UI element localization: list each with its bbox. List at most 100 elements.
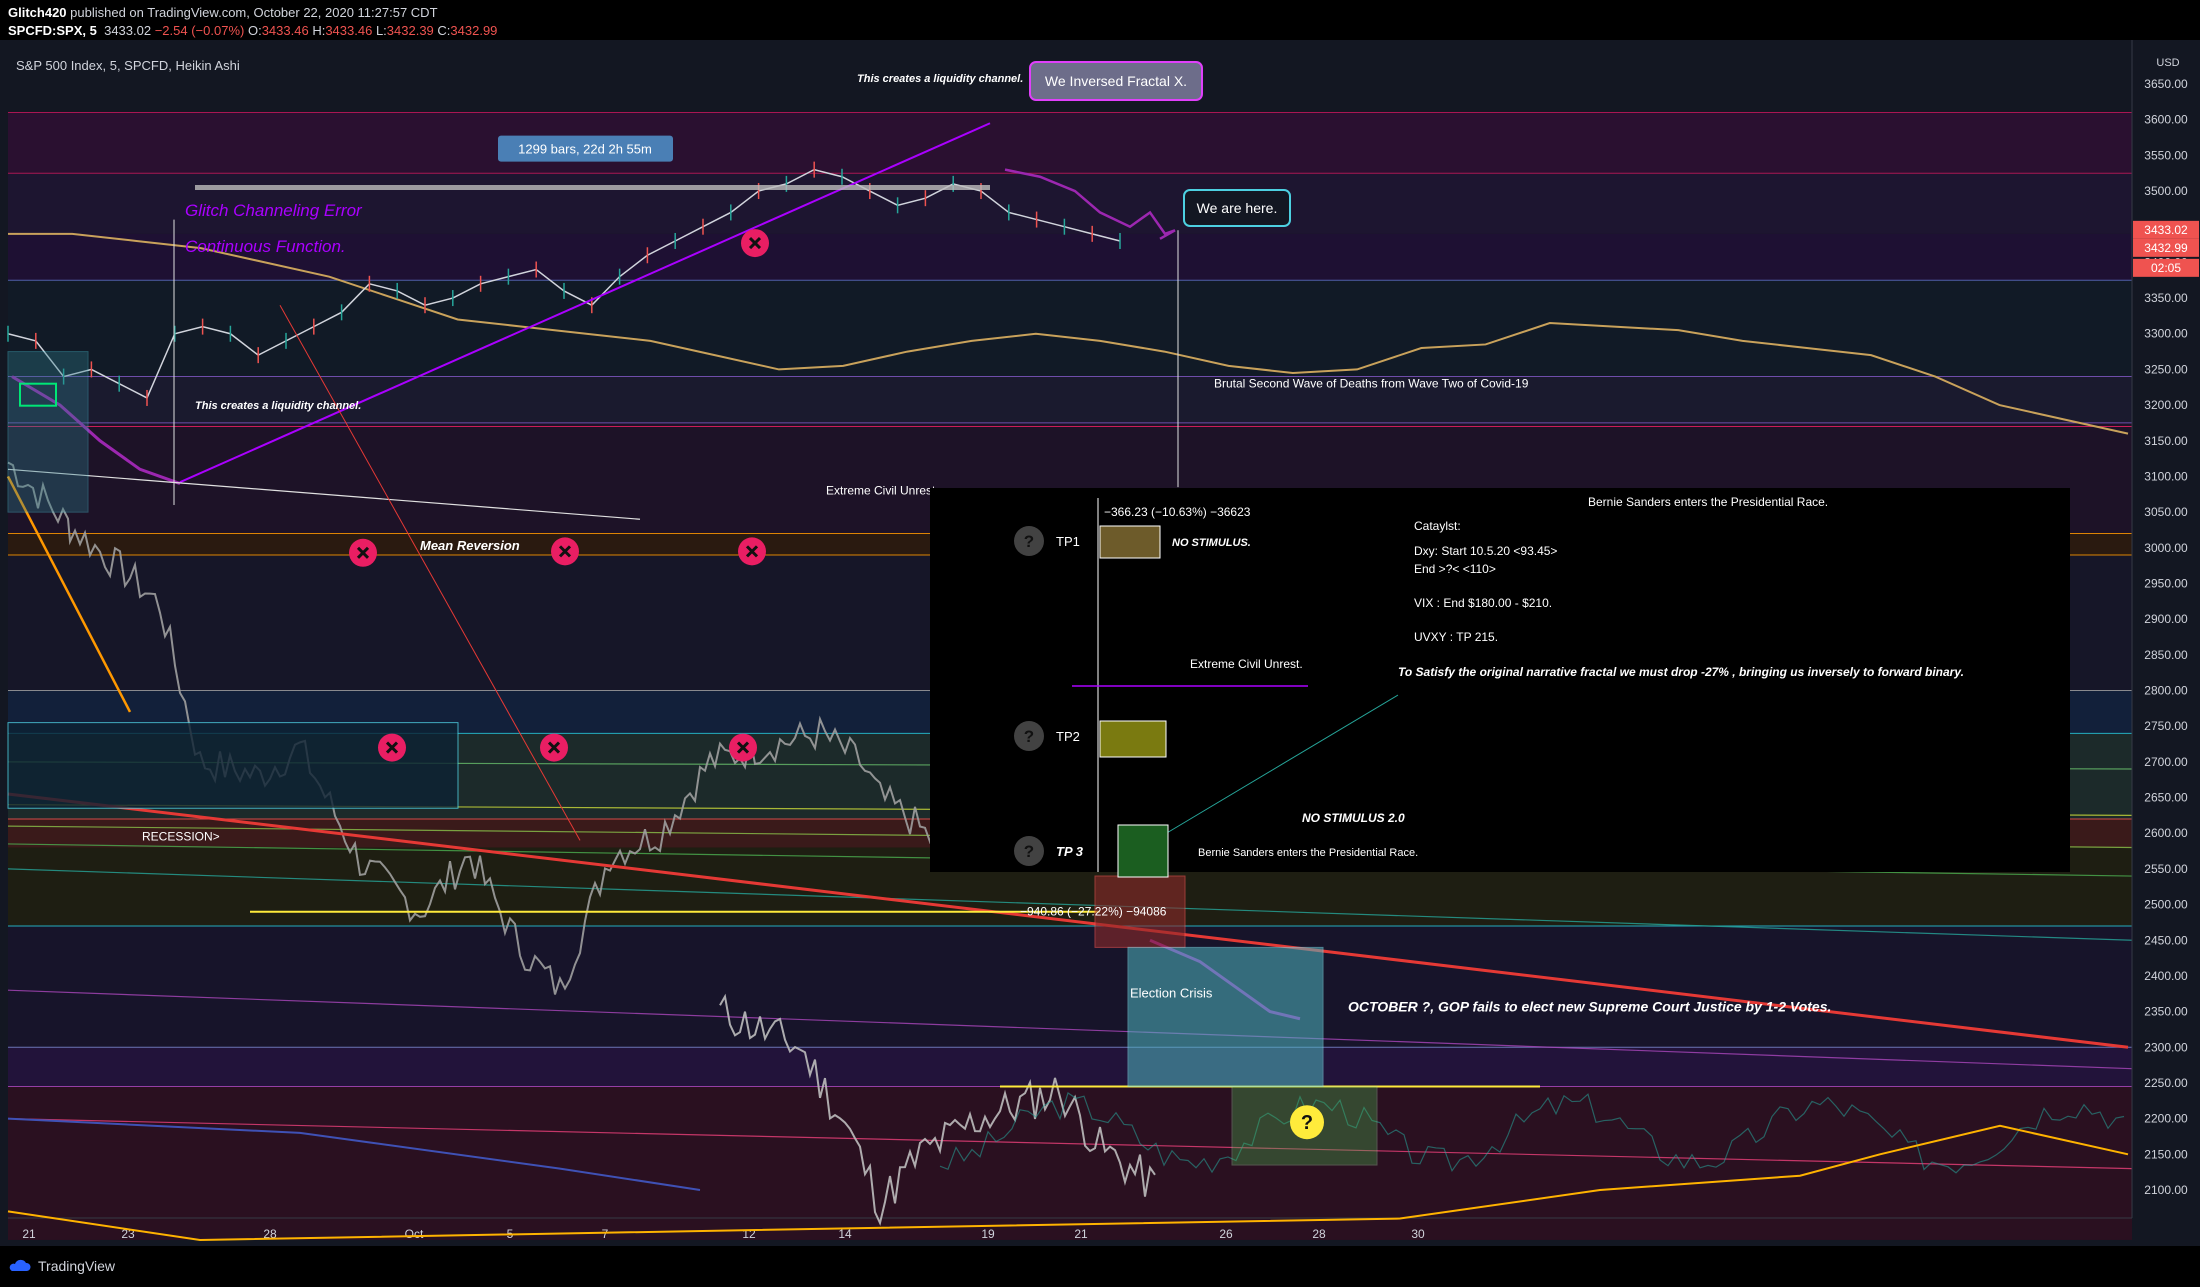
y-tick-label: 2800.00 — [2144, 684, 2188, 698]
tradingview-logo[interactable]: TradingView — [8, 1258, 115, 1274]
low-label: L: — [375, 23, 387, 38]
chart-title: S&P 500 Index, 5, SPCFD, Heikin Ashi — [16, 58, 240, 73]
catalyst-line: UVXY : TP 215. — [1414, 630, 1498, 644]
x-tick-label: 19 — [981, 1227, 995, 1241]
y-tick-label: 2600.00 — [2144, 826, 2188, 840]
mean-reversion-label: Mean Reversion — [420, 538, 520, 553]
chart-header: Glitch420 published on TradingView.com, … — [0, 0, 2200, 40]
low-value: 3432.39 — [386, 23, 434, 38]
price-tag-label: 3432.99 — [2144, 241, 2188, 255]
no-stimulus-2-label: NO STIMULUS 2.0 — [1302, 811, 1405, 825]
close-value: 3432.99 — [450, 23, 498, 38]
y-tick-label: 2500.00 — [2144, 898, 2188, 912]
open-value: 3433.46 — [261, 23, 309, 38]
y-tick-label: 3300.00 — [2144, 327, 2188, 341]
range-box — [7, 351, 89, 513]
price-tag-label: 02:05 — [2151, 261, 2181, 275]
close-label: C: — [437, 23, 451, 38]
y-tick-label: 3250.00 — [2144, 362, 2188, 376]
covid-wave-note: Brutal Second Wave of Deaths from Wave T… — [1214, 376, 1529, 390]
recession-label: RECESSION> — [142, 829, 220, 843]
inverse-fractal-callout: We Inversed Fractal X. — [1045, 73, 1187, 89]
civil-unrest-note: Extreme Civil Unrest. — [826, 483, 939, 497]
y-tick-label: 3000.00 — [2144, 541, 2188, 555]
y-tick-label: 2700.00 — [2144, 755, 2188, 769]
y-tick-label: 2850.00 — [2144, 648, 2188, 662]
tp-label: TP 3 — [1056, 844, 1084, 859]
election-crisis-label: Election Crisis — [1130, 985, 1213, 1000]
y-tick-label: 3150.00 — [2144, 434, 2188, 448]
catalyst-line: VIX : End $180.00 - $210. — [1414, 596, 1552, 610]
tradingview-brand: TradingView — [38, 1258, 116, 1274]
y-tick-label: 2200.00 — [2144, 1112, 2188, 1126]
we-are-here-callout: We are here. — [1197, 200, 1278, 216]
catalyst-line: Dxy: Start 10.5.20 <93.45> — [1414, 544, 1557, 558]
tp-label: TP1 — [1056, 534, 1080, 549]
y-tick-label: 2300.00 — [2144, 1040, 2188, 1054]
x-tick-label: Oct — [405, 1227, 424, 1241]
tradingview-cloud-icon — [9, 1259, 31, 1271]
price-change: −2.54 (−0.07%) — [154, 23, 245, 38]
drawdown-measure-label: −940.86 (−27.22%) −94086 — [1020, 904, 1167, 918]
y-tick-label: 3350.00 — [2144, 291, 2188, 305]
catalyst-line: End >?< <110> — [1414, 562, 1496, 576]
y-tick-label: 2550.00 — [2144, 862, 2188, 876]
tp-label: TP2 — [1056, 729, 1080, 744]
y-tick-label: 2950.00 — [2144, 576, 2188, 590]
y-tick-label: 2150.00 — [2144, 1147, 2188, 1161]
y-tick-label: 3600.00 — [2144, 113, 2188, 127]
x-tick-label: 30 — [1411, 1227, 1425, 1241]
tp-question-glyph: ? — [1024, 842, 1034, 861]
price-zone-band — [8, 112, 2132, 174]
tp-question-glyph: ? — [1024, 727, 1034, 746]
price-zone-band — [8, 280, 2132, 377]
y-tick-label: 3650.00 — [2144, 77, 2188, 91]
chart-footer: TradingView — [0, 1246, 2200, 1287]
y-tick-label: 2350.00 — [2144, 1005, 2188, 1019]
high-label: H: — [312, 23, 326, 38]
x-tick-label: 21 — [1074, 1227, 1088, 1241]
publish-line: Glitch420 published on TradingView.com, … — [8, 5, 438, 20]
y-tick-label: 3200.00 — [2144, 398, 2188, 412]
october-note: OCTOBER ?, GOP fails to elect new Suprem… — [1348, 999, 1831, 1015]
currency-label: USD — [2156, 57, 2179, 69]
last-price: 3433.02 — [104, 23, 152, 38]
x-tick-label: 7 — [602, 1227, 609, 1241]
panel-civil-unrest: Extreme Civil Unrest. — [1190, 657, 1303, 671]
price-chart[interactable]: USD3650.003600.003550.003500.003450.0034… — [0, 40, 2200, 1246]
tp-note: Bernie Sanders enters the Presidential R… — [1198, 847, 1418, 859]
tp-target-box — [1099, 720, 1167, 758]
price-zone-band — [8, 1047, 2132, 1087]
continuous-function-label: Continuous Function. — [185, 237, 346, 256]
liquidity-note-top: This creates a liquidity channel. — [857, 73, 1023, 85]
price-zone-band — [8, 1086, 2132, 1240]
open-label: O: — [247, 23, 262, 38]
narrative-note: To Satisfy the original narrative fracta… — [1398, 665, 1964, 679]
tp-question-glyph: ? — [1024, 532, 1034, 551]
y-tick-label: 3100.00 — [2144, 469, 2188, 483]
ohlc-line: SPCFD:SPX, 5 3433.02 −2.54 (−0.07%) O:34… — [8, 23, 497, 38]
tp-target-box — [1117, 824, 1169, 878]
publisher-name[interactable]: Glitch420 — [8, 5, 67, 20]
high-value: 3433.46 — [325, 23, 373, 38]
panel-bernie-top: Bernie Sanders enters the Presidential R… — [1588, 495, 1828, 509]
tp-target-box — [1099, 525, 1161, 559]
y-tick-label: 2900.00 — [2144, 612, 2188, 626]
y-tick-label: 3550.00 — [2144, 148, 2188, 162]
y-tick-label: 2750.00 — [2144, 719, 2188, 733]
x-tick-label: 26 — [1219, 1227, 1233, 1241]
bar-count-label: 1299 bars, 22d 2h 55m — [518, 142, 652, 157]
catalyst-title: Cataylst: — [1414, 519, 1461, 533]
published-text: published on TradingView.com, October 22… — [70, 5, 438, 20]
y-tick-label: 3050.00 — [2144, 505, 2188, 519]
y-tick-label: 2400.00 — [2144, 969, 2188, 983]
tp-note: NO STIMULUS. — [1172, 537, 1251, 549]
y-tick-label: 2250.00 — [2144, 1076, 2188, 1090]
y-tick-label: 2100.00 — [2144, 1183, 2188, 1197]
symbol-label[interactable]: SPCFD:SPX, 5 — [8, 23, 97, 38]
y-tick-label: 2450.00 — [2144, 933, 2188, 947]
panel-measure-label: −366.23 (−10.63%) −36623 — [1104, 505, 1251, 519]
price-tag-label: 3433.02 — [2144, 223, 2188, 237]
y-tick-label: 3500.00 — [2144, 184, 2188, 198]
glitch-error-label: Glitch Channeling Error — [185, 201, 363, 220]
